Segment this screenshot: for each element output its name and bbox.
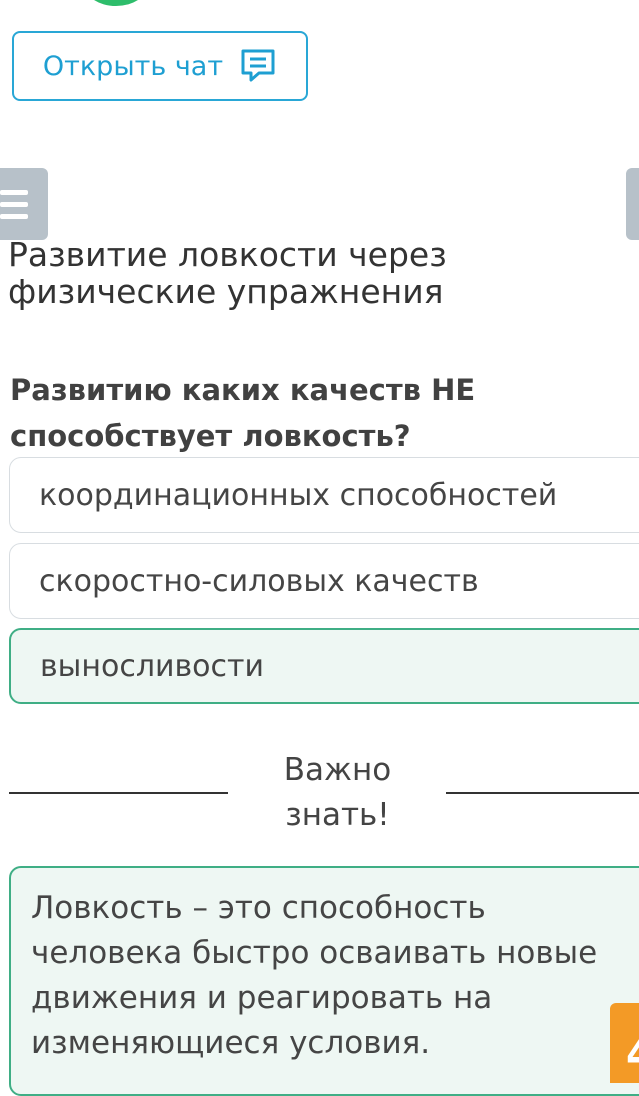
answer-option-1[interactable]: координационных способностей: [9, 457, 639, 533]
answer-option-2[interactable]: скоростно-силовых качеств: [9, 543, 639, 619]
hamburger-menu-icon: [0, 189, 28, 195]
important-heading: Важно знать!: [283, 752, 392, 833]
badge-glyph: 4: [626, 1035, 639, 1075]
top-status-circle: [84, 0, 148, 6]
question-text: Развитию каких качеств НЕ способствует л…: [10, 373, 476, 453]
divider-left: [9, 792, 228, 794]
divider-right: [446, 792, 639, 794]
answer-option-3-selected[interactable]: выносливости: [9, 628, 639, 704]
chat-bubble-icon: [239, 47, 277, 85]
floating-help-badge[interactable]: 4: [610, 1003, 639, 1083]
lesson-title: Развитие ловкости через физические упраж…: [8, 235, 447, 311]
menu-button[interactable]: [0, 168, 48, 240]
answer-option-label: координационных способностей: [39, 477, 558, 513]
info-text: Ловкость – это способность человека быст…: [31, 890, 598, 1061]
open-chat-button[interactable]: Открыть чат: [12, 31, 308, 101]
answer-option-label: выносливости: [40, 648, 265, 684]
answer-option-label: скоростно-силовых качеств: [39, 563, 479, 599]
side-panel-tab[interactable]: [626, 168, 639, 240]
open-chat-label: Открыть чат: [42, 50, 224, 82]
info-box: Ловкость – это способность человека быст…: [9, 866, 639, 1096]
